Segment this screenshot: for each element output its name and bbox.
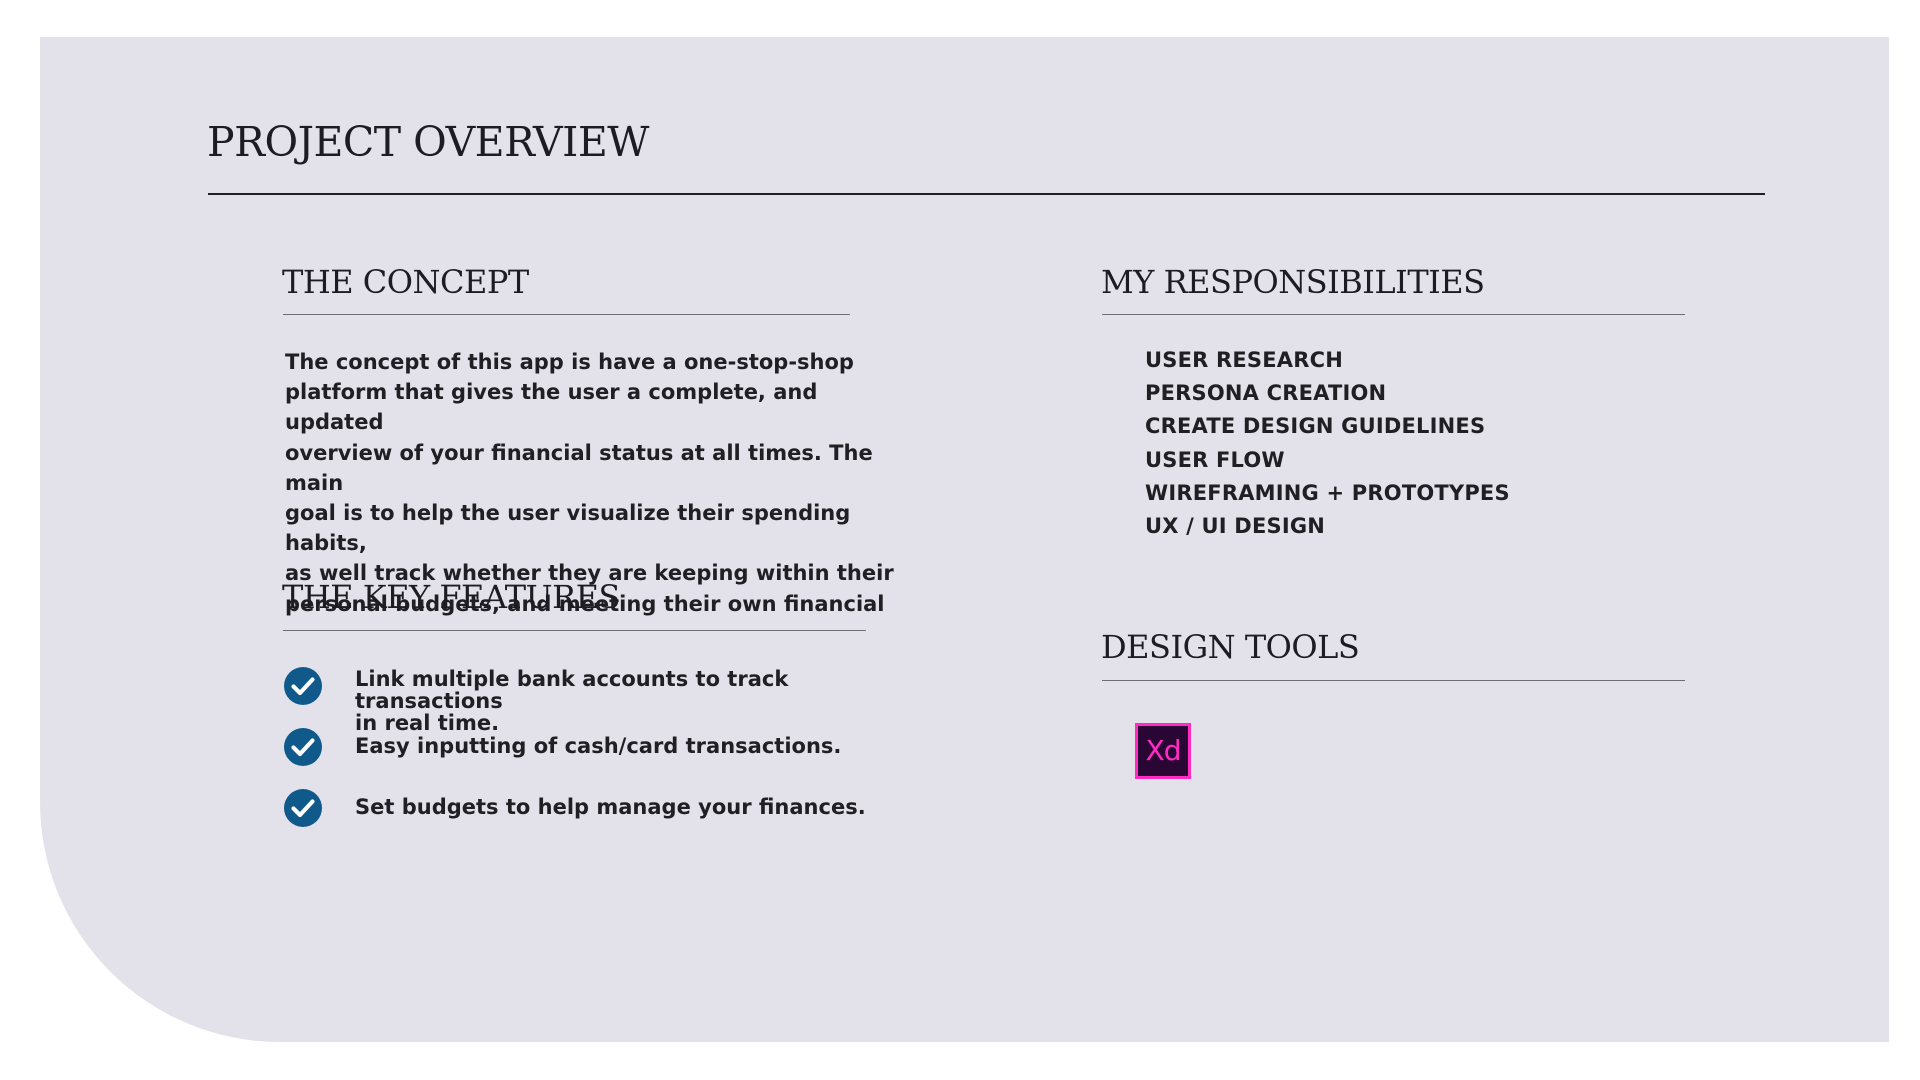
feature-text: Set budgets to help manage your finances… xyxy=(355,796,915,818)
feature-text: Easy inputting of cash/card transactions… xyxy=(355,735,915,757)
responsibilities-list: USER RESEARCH PERSONA CREATION CREATE DE… xyxy=(1145,344,1510,543)
responsibility-item: CREATE DESIGN GUIDELINES xyxy=(1145,414,1486,439)
key-features-heading: THE KEY FEATURES xyxy=(282,578,620,616)
responsibility-item: USER FLOW xyxy=(1145,447,1285,472)
responsibilities-heading: MY RESPONSIBILITIES xyxy=(1101,263,1485,301)
feature-line: Set budgets to help manage your finances… xyxy=(355,795,866,819)
concept-line: goal is to help the user visualize their… xyxy=(285,501,851,556)
responsibility-item: USER RESEARCH xyxy=(1145,348,1343,372)
key-features-divider xyxy=(283,630,866,631)
feature-item: Easy inputting of cash/card transactions… xyxy=(283,727,923,773)
concept-line: The concept of this app is have a one-st… xyxy=(285,350,854,374)
concept-line: platform that gives the user a complete,… xyxy=(285,380,818,435)
xd-logo-label: Xd xyxy=(1145,734,1182,767)
title-divider xyxy=(208,193,1765,195)
slide-page: PROJECT OVERVIEW THE CONCEPT The concept… xyxy=(0,0,1920,1080)
concept-divider xyxy=(283,314,850,315)
responsibility-item: WIREFRAMING + PROTOTYPES xyxy=(1145,480,1510,505)
checkmark-circle-icon xyxy=(284,667,322,705)
responsibilities-divider xyxy=(1102,314,1685,315)
page-title: PROJECT OVERVIEW xyxy=(207,118,649,166)
feature-item: Set budgets to help manage your finances… xyxy=(283,788,923,834)
checkmark-circle-icon xyxy=(284,789,322,827)
feature-text: Link multiple bank accounts to track tra… xyxy=(355,668,915,734)
feature-line: Link multiple bank accounts to track tra… xyxy=(355,667,789,713)
concept-heading: THE CONCEPT xyxy=(282,263,529,301)
concept-line: overview of your financial status at all… xyxy=(285,440,873,495)
design-tools-divider xyxy=(1102,680,1685,681)
checkmark-circle-icon xyxy=(284,728,322,766)
feature-line: Easy inputting of cash/card transactions… xyxy=(355,734,842,758)
feature-item: Link multiple bank accounts to track tra… xyxy=(283,666,923,734)
responsibility-item: UX / UI DESIGN xyxy=(1145,514,1326,539)
design-tools-heading: DESIGN TOOLS xyxy=(1101,628,1360,666)
responsibility-item: PERSONA CREATION xyxy=(1145,381,1387,406)
adobe-xd-logo-icon: Xd xyxy=(1135,723,1191,779)
